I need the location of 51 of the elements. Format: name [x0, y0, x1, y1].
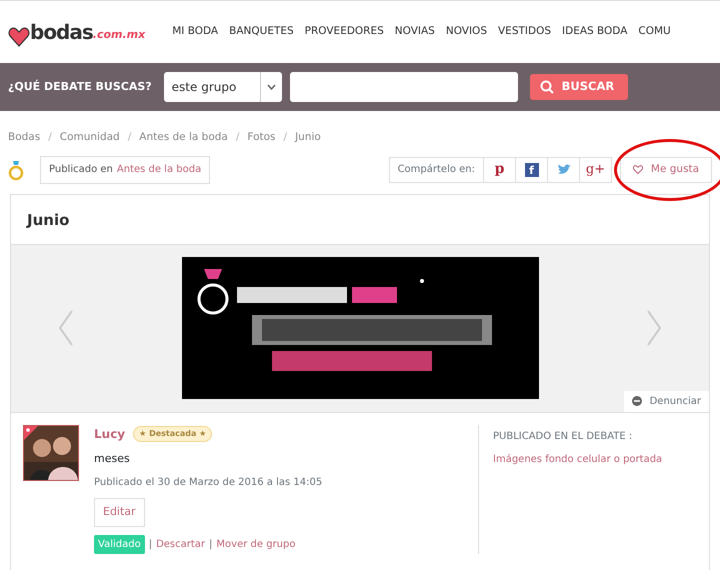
minus-circle-icon	[632, 396, 642, 406]
post-date: Publicado el 30 de Marzo de 2016 a las 14:05	[94, 476, 324, 490]
nav-link[interactable]: NOVIOS	[446, 24, 487, 40]
breadcrumb-separator: /	[128, 130, 132, 145]
heart-icon	[8, 27, 30, 47]
breadcrumb-link[interactable]: Comunidad	[60, 130, 120, 146]
search-field[interactable]	[290, 72, 518, 102]
separator: |	[148, 538, 152, 552]
facebook-button[interactable]: f	[524, 162, 538, 177]
status-badge: Validado	[94, 534, 145, 554]
breadcrumb-separator: /	[48, 130, 52, 145]
breadcrumb-separator: /	[284, 130, 288, 145]
search-label: ¿QUÉ DEBATE BUSCAS?	[8, 78, 152, 95]
category-link[interactable]: Antes de la boda	[116, 162, 202, 178]
caret-icon	[266, 84, 276, 90]
breadcrumb-link[interactable]: Antes de la boda	[139, 130, 228, 146]
twitter-icon[interactable]	[556, 164, 570, 176]
author-name[interactable]: Lucy	[94, 424, 126, 443]
chevron-right-icon[interactable]	[647, 310, 661, 346]
logo-text[interactable]: bodas	[30, 17, 93, 47]
edit-button[interactable]: Editar	[94, 498, 145, 527]
published-in-text: Publicado en Antes de la boda	[40, 156, 210, 184]
action-link[interactable]: Descartar	[156, 536, 206, 552]
nav-link[interactable]: BANQUETES	[229, 24, 294, 40]
nav-link[interactable]: VESTIDOS	[498, 24, 552, 40]
search-icon	[540, 80, 554, 94]
action-link[interactable]: Mover de grupo	[216, 536, 296, 552]
featured-badge: ★ Destacada ★	[133, 426, 212, 442]
debate-link[interactable]: Imágenes fondo celular o portada	[493, 452, 662, 467]
share-label: Compártelo en:	[396, 163, 476, 178]
nav-link[interactable]: COMU	[638, 24, 671, 40]
like-button[interactable]: Me gusta	[620, 156, 712, 183]
breadcrumb-link[interactable]: Fotos	[247, 130, 276, 146]
ring-icon	[8, 158, 24, 181]
report-link[interactable]: Denunciar	[624, 390, 709, 412]
chevron-left-icon[interactable]	[59, 310, 73, 346]
separator: |	[209, 538, 212, 552]
nav-link[interactable]: PROVEEDORES	[304, 24, 384, 40]
nav-link[interactable]: IDEAS BODA	[562, 24, 628, 40]
breadcrumb-link[interactable]: Bodas	[8, 130, 40, 146]
post-text: meses	[94, 450, 131, 467]
breadcrumb-link[interactable]: Junio	[295, 130, 321, 146]
nav-link[interactable]: MI BODA	[172, 24, 218, 40]
google-plus-button[interactable]: g+	[586, 160, 606, 180]
logo-domain[interactable]: .com.mx	[92, 26, 146, 43]
pinterest-button[interactable]: p	[494, 159, 504, 180]
debate-label: PUBLICADO EN EL DEBATE :	[493, 430, 634, 444]
breadcrumb-separator: /	[236, 130, 240, 145]
search-button[interactable]: BUSCAR	[530, 74, 628, 100]
nav-link[interactable]: NOVIAS	[394, 24, 435, 40]
scope-dropdown[interactable]: este grupo	[164, 72, 282, 102]
